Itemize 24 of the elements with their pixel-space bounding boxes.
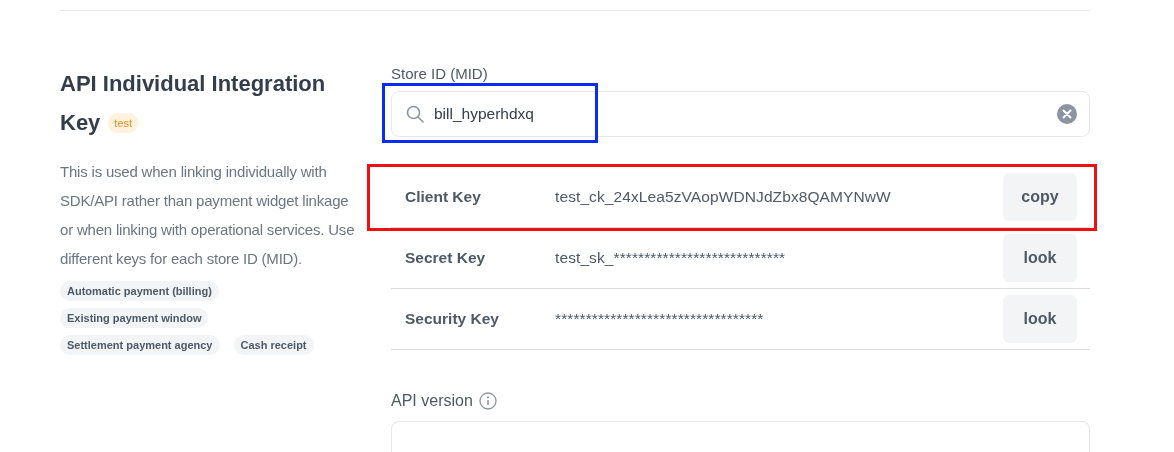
info-icon[interactable] <box>478 392 497 410</box>
clear-icon[interactable] <box>1057 104 1077 124</box>
tag: Existing payment window <box>60 308 209 328</box>
key-action-button[interactable]: look <box>1003 234 1077 282</box>
field-label: API version <box>391 392 473 410</box>
search-field[interactable]: bill_hyperhdxq <box>391 91 1090 137</box>
tag: Cash receipt <box>233 335 314 355</box>
key-label: Secret Key <box>405 249 487 267</box>
key-value: test_sk_**************************** <box>555 249 787 267</box>
test-badge: test <box>108 112 139 133</box>
field-label: Store ID (MID) <box>391 64 489 84</box>
section-title: API Individual Integration <box>60 70 326 98</box>
key-label: Client Key <box>405 188 482 206</box>
key-action-button[interactable]: look <box>1003 295 1077 343</box>
section-title: Key <box>60 109 101 137</box>
version-field[interactable] <box>391 421 1090 452</box>
tag: Settlement payment agency <box>60 335 220 355</box>
section-description: This is used when linking individually with SDK/API rather than payment widget linkage or when linking with operational services. Use different keys for each store ID (MID). <box>60 162 356 269</box>
key-value: test_ck_24xLea5zVAopWDNJdZbx8QAMYNwW <box>555 188 892 206</box>
key-action-button[interactable]: copy <box>1003 173 1077 221</box>
key-value: ********************************** <box>555 310 765 328</box>
tag: Automatic payment (billing) <box>60 281 219 301</box>
key-label: Security Key <box>405 310 500 328</box>
search-icon <box>406 105 424 123</box>
